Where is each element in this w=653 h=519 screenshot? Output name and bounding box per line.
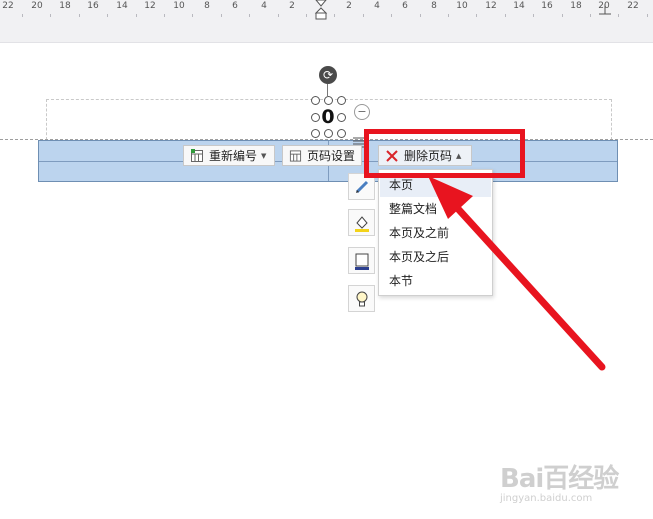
lightbulb-button[interactable]: [348, 285, 375, 312]
ruler-number: 16: [541, 1, 553, 11]
ruler-number: 12: [144, 1, 156, 11]
ruler-number: 4: [374, 1, 380, 11]
page-number-value[interactable]: 0: [320, 106, 336, 128]
fill-color-icon: [354, 215, 369, 232]
ruler-number: 4: [261, 1, 267, 11]
ruler-number: 20: [31, 1, 43, 11]
ruler-tick: [391, 14, 392, 17]
delete-page-number-button[interactable]: 删除页码 ▲: [378, 145, 472, 166]
ruler-tick: [278, 14, 279, 17]
renumber-label: 重新编号: [209, 149, 258, 163]
ruler-tick: [647, 14, 648, 17]
ruler-tick: [618, 14, 619, 17]
ruler-number: 14: [116, 1, 128, 11]
page-settings-label: 页码设置: [306, 149, 355, 163]
fill-color-button[interactable]: [348, 209, 375, 236]
ruler-number: 22: [627, 1, 639, 11]
ruler-tick: [79, 14, 80, 17]
ruler-number: 18: [570, 1, 582, 11]
border-icon: [354, 253, 369, 270]
ruler-number: 22: [2, 1, 14, 11]
ruler-tick: [590, 14, 591, 17]
ruler-number: 2: [289, 1, 295, 11]
menu-item-whole-document[interactable]: 整篇文档: [380, 197, 491, 221]
resize-handle[interactable]: [337, 129, 346, 138]
ruler-tick: [164, 14, 165, 17]
ruler-tick: [420, 14, 421, 17]
ruler-tick: [192, 14, 193, 17]
ruler-number: 12: [485, 1, 497, 11]
ruler-number: 6: [232, 1, 238, 11]
rotate-stem: [327, 84, 328, 96]
ruler-tick: [221, 14, 222, 17]
resize-handle[interactable]: [311, 113, 320, 122]
ruler-tick: [363, 14, 364, 17]
watermark-logo: Bai百经验: [500, 464, 619, 494]
ruler-tick: [50, 14, 51, 17]
page-settings-button[interactable]: 页码设置: [282, 145, 362, 166]
watermark-url: jingyan.baidu.com: [500, 493, 593, 504]
resize-handle[interactable]: [324, 129, 333, 138]
lightbulb-icon: [356, 291, 367, 306]
rotate-handle-icon[interactable]: ⟳: [319, 66, 337, 84]
resize-handle[interactable]: [337, 113, 346, 122]
ruler-tick: [448, 14, 449, 17]
ruler-tick: [249, 14, 250, 17]
ruler-number: 16: [87, 1, 99, 11]
resize-handle[interactable]: [337, 96, 346, 105]
ruler-tick: [505, 14, 506, 17]
ruler-number: 10: [456, 1, 468, 11]
menu-item-this-section[interactable]: 本节: [380, 269, 491, 293]
ruler-number: 14: [513, 1, 525, 11]
resize-handle[interactable]: [311, 129, 320, 138]
menu-item-this-page-and-after[interactable]: 本页及之后: [380, 245, 491, 269]
ruler-number: 18: [59, 1, 71, 11]
ruler-tick: [334, 14, 335, 17]
minus-icon[interactable]: −: [354, 104, 370, 120]
chevron-down-icon: ▼: [261, 151, 267, 160]
ruler-number: 8: [204, 1, 210, 11]
ruler-number: 6: [402, 1, 408, 11]
renumber-icon: [191, 148, 203, 162]
resize-handle[interactable]: [324, 96, 333, 105]
watermark: Bai百经验 jingyan.baidu.com: [500, 458, 640, 506]
ruler-tick: [306, 14, 307, 17]
right-indent-marker-icon[interactable]: [598, 0, 612, 16]
page-settings-icon: [289, 149, 302, 162]
menu-item-this-page-and-before[interactable]: 本页及之前: [380, 221, 491, 245]
ruler-number: 2: [346, 1, 352, 11]
ruler-tick: [562, 14, 563, 17]
ruler-tick: [22, 14, 23, 17]
red-x-icon: [386, 149, 398, 162]
delete-page-number-menu: 本页 整篇文档 本页及之前 本页及之后 本节: [378, 169, 493, 296]
resize-handle[interactable]: [311, 96, 320, 105]
indent-marker-icon[interactable]: [314, 0, 328, 20]
border-button[interactable]: [348, 247, 375, 274]
ruler-tick: [107, 14, 108, 17]
menu-item-this-page[interactable]: 本页: [380, 173, 491, 197]
ruler-number: 8: [431, 1, 437, 11]
ruler-tick: [476, 14, 477, 17]
pen-button[interactable]: [348, 173, 375, 200]
ruler-number: 10: [173, 1, 185, 11]
renumber-button[interactable]: 重新编号 ▼: [183, 145, 275, 166]
chevron-up-icon: ▲: [456, 151, 462, 160]
ruler-tick: [136, 14, 137, 17]
pen-icon: [355, 180, 368, 193]
delete-page-number-label: 删除页码: [404, 149, 453, 163]
ruler-tick: [533, 14, 534, 17]
